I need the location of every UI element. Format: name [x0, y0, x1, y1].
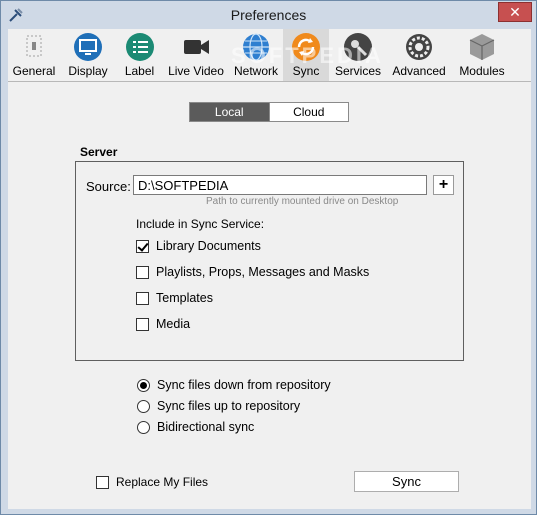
sync-up-option[interactable]: Sync files up to repository — [137, 399, 300, 413]
playlists-option[interactable]: Playlists, Props, Messages and Masks — [136, 265, 369, 279]
sync-down-label: Sync files down from repository — [157, 378, 331, 392]
library-documents-option[interactable]: Library Documents — [136, 239, 261, 253]
sync-button[interactable]: Sync — [354, 471, 459, 492]
media-option[interactable]: Media — [136, 317, 190, 331]
tab-label-label: Label — [124, 64, 155, 78]
tab-advanced[interactable]: Advanced — [387, 29, 451, 81]
replace-my-files-option[interactable]: Replace My Files — [96, 475, 208, 489]
label-icon — [125, 33, 154, 61]
tab-general-label: General — [12, 64, 56, 78]
tab-advanced-label: Advanced — [392, 64, 446, 78]
sync-down-radio[interactable] — [137, 378, 150, 392]
tab-modules-label: Modules — [459, 64, 505, 78]
close-button[interactable]: ✕ — [498, 2, 532, 22]
server-group: Source: + Path to currently mounted driv… — [75, 161, 464, 361]
templates-label: Templates — [156, 291, 213, 305]
library-documents-checkbox[interactable] — [136, 239, 149, 253]
bidirectional-label: Bidirectional sync — [157, 420, 255, 434]
templates-checkbox[interactable] — [136, 291, 149, 305]
video-camera-icon — [184, 40, 209, 54]
title-bar: Preferences ✕ — [1, 1, 536, 29]
library-documents-label: Library Documents — [156, 239, 261, 253]
local-segment[interactable]: Local — [190, 103, 269, 121]
source-hint: Path to currently mounted drive on Deskt… — [206, 196, 399, 207]
cube-icon — [469, 34, 495, 60]
tab-live-video-label: Live Video — [168, 64, 224, 78]
media-label: Media — [156, 317, 191, 331]
tab-live-video[interactable]: Live Video — [163, 29, 229, 81]
general-icon — [26, 35, 42, 57]
playlists-label: Playlists, Props, Messages and Masks — [156, 265, 370, 279]
bidirectional-option[interactable]: Bidirectional sync — [137, 420, 254, 434]
gear-icon — [406, 34, 432, 60]
sync-down-option[interactable]: Sync files down from repository — [137, 378, 331, 392]
cloud-segment[interactable]: Cloud — [268, 103, 348, 121]
source-label: Source: — [86, 179, 131, 194]
replace-my-files-checkbox[interactable] — [96, 475, 109, 489]
server-heading: Server — [80, 145, 118, 159]
location-segmented-control: Local Cloud — [189, 102, 349, 122]
playlists-checkbox[interactable] — [136, 265, 149, 279]
sync-up-radio[interactable] — [137, 399, 150, 413]
bidirectional-radio[interactable] — [137, 420, 150, 434]
templates-option[interactable]: Templates — [136, 291, 213, 305]
sync-panel: Local Cloud Server Source: + Path to cur… — [8, 82, 531, 509]
add-source-button[interactable]: + — [433, 175, 454, 195]
media-checkbox[interactable] — [136, 317, 149, 331]
tab-label[interactable]: Label — [116, 29, 163, 81]
window-title: Preferences — [230, 7, 307, 23]
tab-modules[interactable]: Modules — [451, 29, 513, 81]
replace-my-files-label: Replace My Files — [116, 475, 209, 489]
include-label: Include in Sync Service: — [136, 217, 265, 231]
tab-display[interactable]: Display — [60, 29, 116, 81]
tab-display-label: Display — [68, 64, 108, 78]
source-input[interactable] — [133, 175, 427, 195]
preferences-window: Preferences ✕ General Display Label Live… — [0, 0, 537, 515]
sync-up-label: Sync files up to repository — [157, 399, 301, 413]
watermark: SOFTPEDIA — [231, 43, 384, 68]
tab-general[interactable]: General — [8, 29, 60, 81]
display-icon — [74, 33, 102, 61]
